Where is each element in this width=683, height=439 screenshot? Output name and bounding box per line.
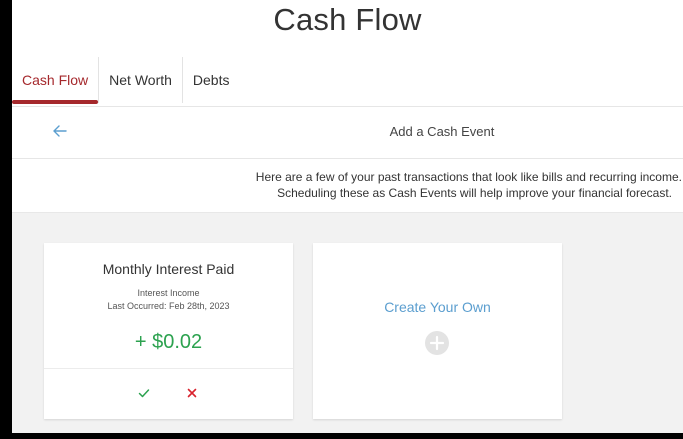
tab-bar: Cash Flow Net Worth Debts xyxy=(12,57,240,104)
check-icon xyxy=(138,389,150,398)
divider xyxy=(44,368,293,369)
create-your-own-label: Create Your Own xyxy=(384,299,491,315)
event-last-occurred: Last Occurred: Feb 28th, 2023 xyxy=(107,301,230,311)
plus-circle-icon xyxy=(424,330,450,356)
back-button[interactable] xyxy=(50,121,70,141)
page-title: Cash Flow xyxy=(273,2,422,37)
create-your-own-card[interactable]: Create Your Own xyxy=(313,243,562,419)
tab-debts[interactable]: Debts xyxy=(181,57,240,103)
event-amount: + $0.02 xyxy=(134,331,203,353)
tab-cash-flow[interactable]: Cash Flow xyxy=(12,57,99,104)
tab-net-worth[interactable]: Net Worth xyxy=(98,57,182,103)
app-window: Cash Flow Cash Flow Net Worth Debts Add … xyxy=(12,0,683,433)
tab-label: Cash Flow xyxy=(22,72,89,88)
intro-line-2: Scheduling these as Cash Events will hel… xyxy=(277,186,672,200)
reject-button[interactable] xyxy=(185,386,199,400)
tab-label: Net Worth xyxy=(109,72,172,88)
subheader-title: Add a Cash Event xyxy=(389,124,495,139)
accept-button[interactable] xyxy=(137,386,151,400)
intro-text: Here are a few of your past transactions… xyxy=(192,169,682,201)
subheader: Add a Cash Event xyxy=(12,107,683,158)
arrow-left-icon xyxy=(53,125,67,137)
event-title: Monthly Interest Paid xyxy=(102,261,235,277)
suggested-cash-event-card: Monthly Interest Paid Interest Income La… xyxy=(44,243,293,419)
event-category: Interest Income xyxy=(137,288,200,298)
close-icon xyxy=(187,388,197,398)
divider xyxy=(12,158,683,159)
tab-label: Debts xyxy=(192,72,230,88)
intro-line-1: Here are a few of your past transactions… xyxy=(255,170,682,184)
active-tab-indicator xyxy=(12,100,99,104)
